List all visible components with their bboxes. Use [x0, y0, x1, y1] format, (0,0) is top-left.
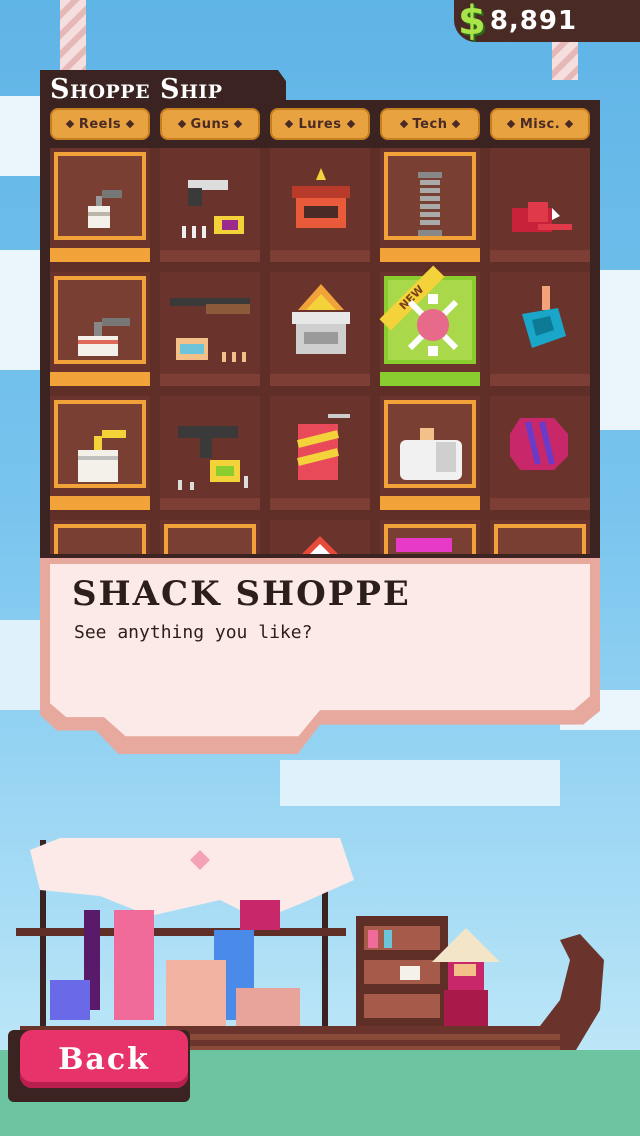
item-slot-lure-2[interactable] [270, 272, 370, 386]
currency-amount: 8,891 [489, 6, 578, 36]
pistol-icon [182, 180, 244, 238]
hat-icon [512, 202, 572, 232]
item-slot-tech-3[interactable] [380, 396, 480, 510]
reel-icon [88, 190, 122, 228]
item-slot-reel-2[interactable] [50, 272, 150, 386]
item-slot-tech-2[interactable]: NEW [379, 265, 480, 386]
tab-tech[interactable]: Tech [380, 108, 480, 140]
dialog-speaker: SHACK SHOPPE [72, 574, 411, 614]
dialog-box: SHACK SHOPPE See anything you like? [40, 558, 600, 754]
item-slot-misc-3[interactable] [490, 396, 590, 510]
tech-item-icon [396, 538, 452, 552]
lure-box-icon [292, 168, 350, 228]
back-button[interactable]: Back [20, 1030, 188, 1088]
currency-display: $ 8,891 [454, 0, 640, 42]
lure-box-icon [292, 284, 350, 354]
tab-lures[interactable]: Lures [270, 108, 370, 140]
item-slot-tech-1[interactable] [380, 148, 480, 262]
spring-icon [418, 172, 442, 236]
tab-misc[interactable]: Misc. [490, 108, 590, 140]
item-slot-tech-4[interactable] [380, 520, 480, 554]
dialog-message: See anything you like? [74, 622, 313, 643]
smg-icon [178, 426, 248, 490]
item-slot-lure-3[interactable] [270, 396, 370, 510]
blue-hat-icon [522, 286, 566, 348]
reel-icon [78, 318, 130, 356]
dollar-icon: $ [458, 0, 486, 44]
item-slot-reel-4[interactable] [50, 520, 150, 554]
item-slot-misc-1[interactable] [490, 148, 590, 262]
shop-title: Shoppe Ship [50, 74, 223, 105]
item-slot-misc-4[interactable] [490, 520, 590, 554]
tech-gadget-icon [407, 294, 459, 356]
back-button-frame: Back [8, 1030, 190, 1102]
item-slot-gun-2[interactable] [160, 272, 260, 386]
toaster-icon [400, 428, 462, 480]
item-slot-gun-1[interactable] [160, 148, 260, 262]
item-slot-lure-1[interactable] [270, 148, 370, 262]
tab-guns[interactable]: Guns [160, 108, 260, 140]
item-slot-reel-1[interactable] [50, 148, 150, 262]
item-grid: NEW [50, 148, 590, 554]
tab-reels[interactable]: Reels [50, 108, 150, 140]
category-tabs: Reels Guns Lures Tech Misc. [50, 108, 600, 142]
shotgun-icon [170, 298, 250, 362]
item-slot-misc-2[interactable] [490, 272, 590, 386]
shop-title-tab: Shoppe Ship [40, 70, 286, 112]
item-slot-gun-4[interactable] [160, 520, 260, 554]
item-slot-lure-4[interactable] [270, 520, 370, 554]
reel-icon [78, 430, 126, 482]
can-icon [297, 414, 350, 480]
item-slot-reel-3[interactable] [50, 396, 150, 510]
lure-icon [302, 536, 338, 554]
item-slot-gun-3[interactable] [160, 396, 260, 510]
gem-icon [510, 418, 568, 470]
